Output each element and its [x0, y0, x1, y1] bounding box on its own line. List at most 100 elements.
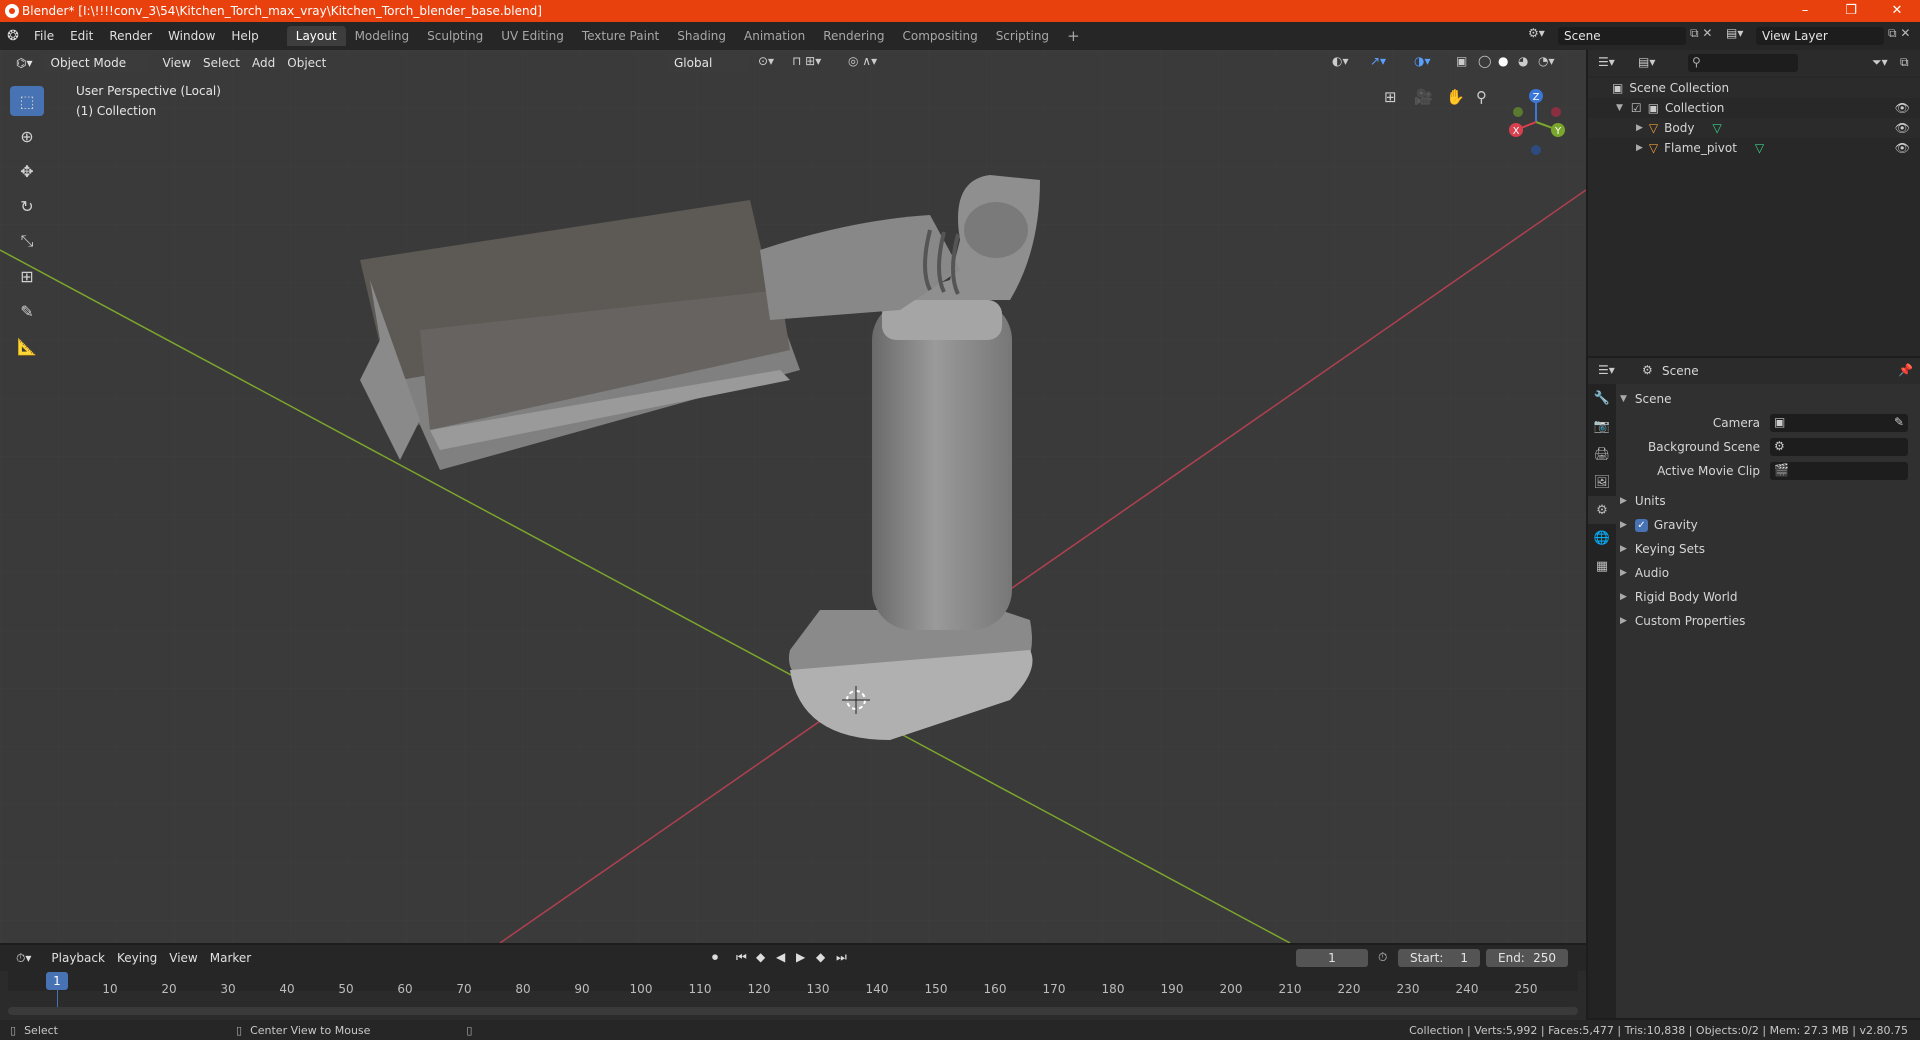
- editor-type-icon[interactable]: ⌬▾: [10, 53, 39, 73]
- transform-tool[interactable]: ⊞: [10, 261, 44, 291]
- tab-compositing[interactable]: Compositing: [893, 26, 986, 46]
- shading-material-icon[interactable]: ◕: [1518, 54, 1528, 68]
- scene-panel-header[interactable]: ▼ Scene: [1620, 388, 1916, 410]
- minimize-button[interactable]: –: [1782, 0, 1828, 22]
- timeline-scrollbar[interactable]: [8, 1007, 1578, 1015]
- timeline-editor-type-icon[interactable]: ⏱▾: [10, 948, 37, 968]
- eyedropper-icon[interactable]: ✎: [1894, 415, 1904, 429]
- navigation-gizmo[interactable]: Z Y X: [1500, 86, 1570, 156]
- tool-tab-icon[interactable]: 🔧: [1588, 384, 1616, 412]
- output-tab-icon[interactable]: 🖨: [1588, 440, 1616, 468]
- audio-panel-header[interactable]: ▶ Audio: [1620, 562, 1916, 584]
- camera-field[interactable]: ▣ ✎: [1770, 414, 1908, 432]
- tab-sculpting[interactable]: Sculpting: [418, 26, 492, 46]
- eye-icon[interactable]: 👁: [1895, 141, 1910, 155]
- gizmo-toggle-icon[interactable]: ↗▾: [1370, 54, 1386, 68]
- new-scene-icon[interactable]: ⧉ ✕: [1690, 26, 1712, 41]
- viewport-menu-select[interactable]: Select: [197, 53, 246, 73]
- view-layer-tab-icon[interactable]: 🖼: [1588, 468, 1616, 496]
- annotate-tool[interactable]: ✎: [10, 296, 44, 326]
- stopwatch-icon[interactable]: ⏱: [1378, 950, 1387, 965]
- outliner-editor-type-icon[interactable]: ☰▾: [1598, 55, 1615, 69]
- timeline-menu-view[interactable]: View: [163, 948, 203, 968]
- menu-help[interactable]: Help: [223, 29, 266, 43]
- orientation-selector[interactable]: Global: [668, 54, 750, 72]
- current-frame-field[interactable]: 1: [1296, 949, 1368, 967]
- maximize-button[interactable]: ❐: [1828, 0, 1874, 22]
- menu-file[interactable]: File: [26, 29, 62, 43]
- menu-window[interactable]: Window: [160, 29, 223, 43]
- texture-tab-icon[interactable]: ▦: [1588, 552, 1616, 580]
- proportional-edit-icon[interactable]: ◎ ∧▾: [848, 54, 877, 68]
- scene-selector[interactable]: Scene: [1558, 27, 1686, 45]
- expand-arrow-icon[interactable]: ▶: [1636, 143, 1643, 153]
- snap-icon[interactable]: ⊓ ⊞▾: [792, 54, 821, 68]
- keying-sets-panel-header[interactable]: ▶ Keying Sets: [1620, 538, 1916, 560]
- properties-editor-type-icon[interactable]: ☰▾: [1598, 363, 1615, 377]
- gravity-panel-header[interactable]: ▶ ✓ Gravity: [1620, 514, 1916, 536]
- timeline-menu-marker[interactable]: Marker: [204, 948, 257, 968]
- record-icon[interactable]: ⏺: [712, 950, 718, 965]
- select-box-tool[interactable]: ⬚: [10, 86, 44, 116]
- tab-uv-editing[interactable]: UV Editing: [492, 26, 573, 46]
- tab-animation[interactable]: Animation: [735, 26, 814, 46]
- play-reverse-icon[interactable]: ◀: [776, 950, 785, 964]
- prev-keyframe-icon[interactable]: ◆: [756, 950, 765, 964]
- outliner-row-scene-collection[interactable]: ▣ Scene Collection: [1588, 78, 1920, 98]
- expand-arrow-icon[interactable]: ▼: [1616, 103, 1623, 113]
- tab-layout[interactable]: Layout: [286, 26, 346, 46]
- tab-modeling[interactable]: Modeling: [346, 26, 419, 46]
- measure-tool[interactable]: 📐: [10, 331, 44, 361]
- custom-properties-panel-header[interactable]: ▶ Custom Properties: [1620, 610, 1916, 632]
- overlay-toggle-icon[interactable]: ◑▾: [1414, 54, 1431, 68]
- xray-icon[interactable]: ▣: [1456, 54, 1467, 68]
- render-tab-icon[interactable]: 📷: [1588, 412, 1616, 440]
- move-tool[interactable]: ✥: [10, 156, 44, 186]
- shading-wireframe-icon[interactable]: ◯: [1478, 54, 1491, 68]
- menu-edit[interactable]: Edit: [62, 29, 101, 43]
- checkbox-icon[interactable]: ☑: [1631, 101, 1642, 115]
- shading-solid-icon[interactable]: ●: [1498, 54, 1508, 68]
- viewport-menu-view[interactable]: View: [157, 53, 197, 73]
- new-view-layer-icon[interactable]: ⧉ ✕: [1888, 26, 1910, 41]
- outliner-row-body[interactable]: ▶ ▽ Body ▽ 👁: [1588, 118, 1920, 138]
- eye-icon[interactable]: 👁: [1895, 121, 1910, 135]
- scale-tool[interactable]: ⤡: [10, 226, 44, 256]
- eye-icon[interactable]: 👁: [1895, 101, 1910, 115]
- tab-shading[interactable]: Shading: [668, 26, 735, 46]
- timeline-menu-playback[interactable]: Playback: [45, 948, 111, 968]
- menu-render[interactable]: Render: [101, 29, 160, 43]
- shading-rendered-icon[interactable]: ◔▾: [1538, 54, 1555, 68]
- visibility-icon[interactable]: ◐▾: [1332, 54, 1349, 68]
- rigid-body-world-panel-header[interactable]: ▶ Rigid Body World: [1620, 586, 1916, 608]
- camera-view-icon[interactable]: 🎥: [1414, 88, 1433, 106]
- background-scene-field[interactable]: ⚙: [1770, 438, 1908, 456]
- active-movie-clip-field[interactable]: 🎬: [1770, 462, 1908, 480]
- jump-start-icon[interactable]: ⏮: [736, 950, 747, 965]
- view-layer-icon[interactable]: ▤▾: [1726, 26, 1743, 40]
- outliner-row-collection[interactable]: ▼ ☑ ▣ Collection 👁: [1588, 98, 1920, 118]
- start-frame-field[interactable]: Start: 1: [1398, 949, 1480, 967]
- toggle-grid-icon[interactable]: ⊞: [1384, 88, 1397, 106]
- gravity-checkbox[interactable]: ✓: [1634, 518, 1648, 532]
- pan-hand-icon[interactable]: ✋: [1446, 88, 1465, 106]
- jump-end-icon[interactable]: ⏭: [836, 950, 847, 965]
- rotate-tool[interactable]: ↻: [10, 191, 44, 221]
- new-collection-icon[interactable]: ⧉: [1900, 55, 1909, 70]
- scene-icon[interactable]: ⚙▾: [1528, 26, 1545, 40]
- play-icon[interactable]: ▶: [796, 950, 805, 964]
- viewport-menu-add[interactable]: Add: [246, 53, 281, 73]
- end-frame-field[interactable]: End: 250: [1486, 949, 1568, 967]
- close-button[interactable]: ✕: [1874, 0, 1920, 22]
- filter-icon[interactable]: ⏷▾: [1872, 55, 1888, 70]
- next-keyframe-icon[interactable]: ◆: [816, 950, 825, 964]
- expand-arrow-icon[interactable]: ▶: [1636, 123, 1643, 133]
- viewport-menu-object[interactable]: Object: [281, 53, 332, 73]
- scene-tab-icon[interactable]: ⚙: [1588, 496, 1616, 524]
- 3d-viewport[interactable]: ⌬▾ Object Mode View Select Add Object Gl…: [0, 50, 1586, 943]
- pivot-icon[interactable]: ⊙▾: [758, 54, 774, 68]
- tab-scripting[interactable]: Scripting: [987, 26, 1058, 46]
- mode-selector[interactable]: Object Mode: [44, 54, 149, 72]
- units-panel-header[interactable]: ▶ Units: [1620, 490, 1916, 512]
- display-mode-icon[interactable]: ▤▾: [1638, 55, 1655, 69]
